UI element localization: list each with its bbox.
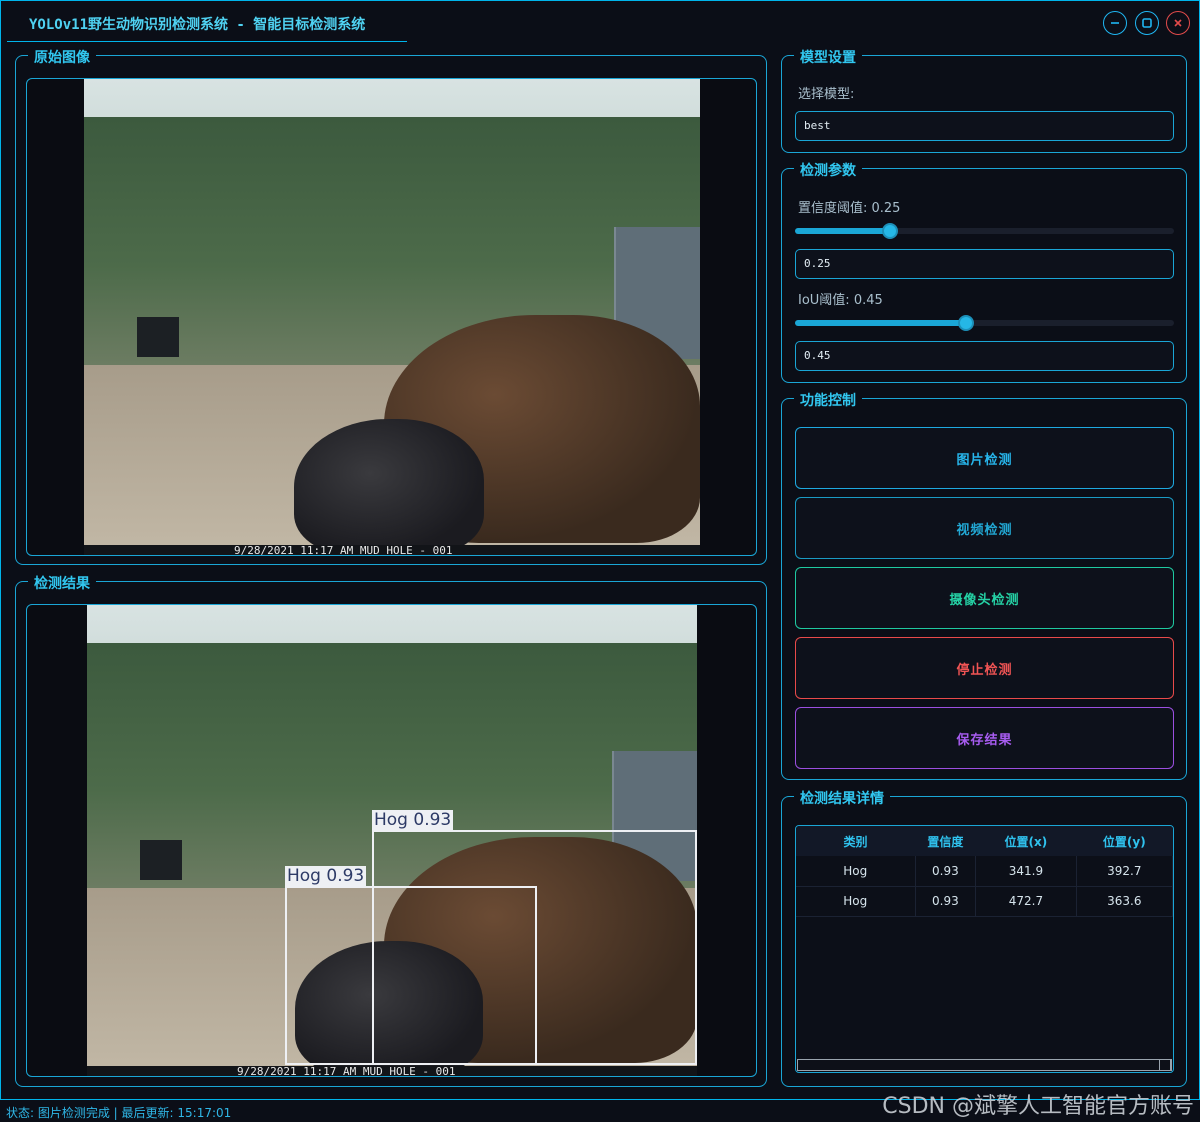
cell-y: 392.7: [1076, 856, 1173, 887]
titlebar: YOLOv11野生动物识别检测系统 - 智能目标检测系统: [1, 1, 1200, 43]
app-window: YOLOv11野生动物识别检测系统 - 智能目标检测系统 原始图像 9/28/2…: [0, 0, 1200, 1100]
close-button[interactable]: [1166, 11, 1190, 35]
detection-result-panel: 检测结果 Hog 0.93 Hog 0.93 9/28/2021 11:17 A…: [15, 573, 767, 1087]
minimize-button[interactable]: [1103, 11, 1127, 35]
camera-detect-button[interactable]: 摄像头检测: [795, 567, 1174, 629]
original-timestamp: 9/28/2021 11:17 AM MUD HOLE - 001: [84, 545, 700, 555]
result-image-frame: Hog 0.93 Hog 0.93 9/28/2021 11:17 AM MUD…: [26, 604, 757, 1077]
close-icon: [1174, 19, 1182, 27]
cell-class: Hog: [796, 886, 916, 917]
table-row[interactable]: Hog 0.93 341.9 392.7: [796, 856, 1173, 887]
confidence-slider-fill: [795, 228, 890, 234]
detection-result-title: 检测结果: [28, 573, 96, 593]
maximize-icon: [1142, 18, 1152, 28]
detection-label: Hog 0.93: [372, 810, 454, 830]
result-timestamp: 9/28/2021 11:17 AM MUD HOLE - 001: [87, 1066, 697, 1076]
horizontal-scrollbar[interactable]: [797, 1059, 1172, 1071]
table-row[interactable]: Hog 0.93 472.7 363.6: [796, 886, 1173, 917]
cell-x: 472.7: [975, 886, 1077, 917]
cell-confidence: 0.93: [915, 856, 977, 887]
column-header-class[interactable]: 类别: [796, 826, 916, 856]
select-model-label: 选择模型:: [798, 87, 855, 102]
iou-slider-handle[interactable]: [957, 315, 974, 331]
original-photo: 9/28/2021 11:17 AM MUD HOLE - 001: [84, 79, 700, 555]
watermark: CSDN @斌擎人工智能官方账号: [882, 1094, 1194, 1119]
iou-slider[interactable]: [795, 315, 1174, 331]
controls-panel: 功能控制 图片检测 视频检测 摄像头检测 停止检测 保存结果: [781, 390, 1187, 780]
detection-box: Hog 0.93: [285, 866, 537, 1065]
cell-class: Hog: [796, 856, 916, 887]
detect-params-panel: 检测参数 置信度阈值: 0.25 0.25 IoU阈值: 0.45 0.45: [781, 160, 1187, 383]
iou-slider-fill: [795, 320, 966, 326]
column-header-x[interactable]: 位置(x): [975, 826, 1077, 856]
cell-y: 363.6: [1076, 886, 1173, 917]
confidence-label: 置信度阈值: 0.25: [798, 201, 901, 216]
detection-label: Hog 0.93: [285, 866, 367, 886]
hog-small: [294, 419, 484, 555]
cell-x: 341.9: [975, 856, 1077, 887]
column-header-y[interactable]: 位置(y): [1076, 826, 1173, 856]
original-image-panel: 原始图像 9/28/2021 11:17 AM MUD HOLE - 001: [15, 47, 767, 565]
original-image-title: 原始图像: [28, 47, 96, 67]
scroll-corner: [1159, 1059, 1171, 1071]
video-detect-button[interactable]: 视频检测: [795, 497, 1174, 559]
results-table: 类别 置信度 位置(x) 位置(y) Hog 0.93 341.9 392.7 …: [796, 826, 1173, 917]
column-header-confidence[interactable]: 置信度: [915, 826, 976, 856]
model-settings-title: 模型设置: [794, 47, 862, 67]
image-detect-button[interactable]: 图片检测: [795, 427, 1174, 489]
confidence-slider[interactable]: [795, 223, 1174, 239]
maximize-button[interactable]: [1135, 11, 1159, 35]
cell-confidence: 0.93: [915, 886, 977, 917]
confidence-input[interactable]: 0.25: [795, 249, 1174, 279]
table-header-row: 类别 置信度 位置(x) 位置(y): [796, 826, 1173, 856]
status-text: 状态: 图片检测完成 | 最后更新: 15:17:01: [6, 1106, 232, 1120]
minimize-icon: [1111, 22, 1119, 24]
results-table-container: 类别 置信度 位置(x) 位置(y) Hog 0.93 341.9 392.7 …: [795, 825, 1174, 1073]
iou-label: IoU阈值: 0.45: [798, 293, 883, 308]
confidence-slider-handle[interactable]: [881, 223, 898, 239]
model-select[interactable]: best: [795, 111, 1174, 141]
model-settings-panel: 模型设置 选择模型: best: [781, 47, 1187, 153]
iou-input[interactable]: 0.45: [795, 341, 1174, 371]
save-results-button[interactable]: 保存结果: [795, 707, 1174, 769]
title-underline: [7, 41, 407, 42]
results-detail-panel: 检测结果详情 类别 置信度 位置(x) 位置(y) Hog 0.93 341.9…: [781, 788, 1187, 1087]
controls-title: 功能控制: [794, 390, 862, 410]
result-photo: Hog 0.93 Hog 0.93 9/28/2021 11:17 AM MUD…: [87, 605, 697, 1076]
original-image-frame: 9/28/2021 11:17 AM MUD HOLE - 001: [26, 78, 757, 556]
detect-params-title: 检测参数: [794, 160, 862, 180]
results-detail-title: 检测结果详情: [794, 788, 890, 808]
window-title: YOLOv11野生动物识别检测系统 - 智能目标检测系统: [29, 17, 366, 33]
stop-detect-button[interactable]: 停止检测: [795, 637, 1174, 699]
